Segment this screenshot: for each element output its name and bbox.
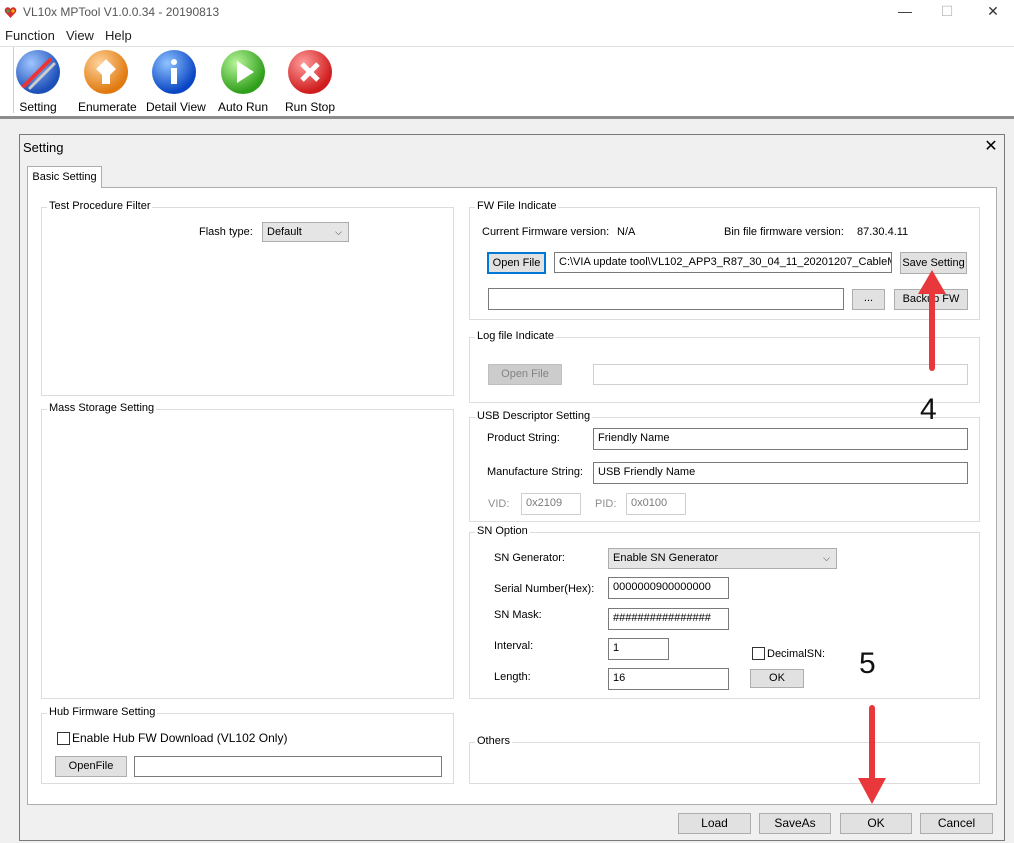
bin-fw-value: 87.30.4.11 [857, 226, 909, 238]
flash-type-select[interactable]: Default ⌵ [262, 222, 349, 242]
serial-number-input[interactable]: 0000000900000000 [608, 577, 729, 599]
serial-number-label: Serial Number(Hex): [494, 583, 595, 595]
toolbar-setting-button[interactable]: Setting [16, 50, 60, 114]
setting-icon [16, 50, 60, 94]
cancel-button[interactable]: Cancel [920, 813, 993, 834]
interval-input[interactable]: 1 [608, 638, 669, 660]
vid-input[interactable]: 0x2109 [521, 493, 581, 515]
flash-type-value: Default [267, 226, 302, 238]
toolbar-grip [13, 47, 15, 113]
saveas-button[interactable]: SaveAs [759, 813, 831, 834]
stop-icon [288, 50, 332, 94]
usb-descriptor-title: USB Descriptor Setting [475, 410, 593, 422]
chevron-down-icon: ⌵ [335, 227, 342, 237]
tab-basic-setting[interactable]: Basic Setting [27, 166, 102, 188]
annotation-arrow-up-icon [918, 270, 946, 371]
flash-type-label: Flash type: [199, 226, 253, 238]
toolbar-detail-view-label: Detail View [146, 100, 206, 114]
minimize-button[interactable]: — [890, 3, 920, 23]
product-string-input[interactable]: Friendly Name [593, 428, 968, 450]
current-fw-label: Current Firmware version: [482, 226, 610, 238]
log-open-file-button[interactable]: Open File [488, 364, 562, 385]
annotation-step-5: 5 [859, 647, 876, 680]
fw-path2-input[interactable] [488, 288, 844, 310]
current-fw-value: N/A [617, 226, 636, 238]
sn-generator-label: SN Generator: [494, 552, 565, 564]
sn-mask-label: SN Mask: [494, 609, 542, 621]
window-title: VL10x MPTool V1.0.0.34 - 20190813 [23, 5, 220, 19]
others-title: Others [475, 735, 513, 747]
toolbar-run-stop-button[interactable]: Run Stop [285, 50, 335, 114]
bin-fw-label: Bin file firmware version: [724, 226, 844, 238]
play-icon [221, 50, 265, 94]
maximize-button[interactable]: ☐ [932, 3, 962, 23]
sn-generator-value: Enable SN Generator [613, 552, 719, 564]
manufacture-string-input[interactable]: USB Friendly Name [593, 462, 968, 484]
log-path-input[interactable] [593, 364, 968, 385]
hub-fw-path-input[interactable] [134, 756, 442, 777]
menu-help[interactable]: Help [105, 28, 132, 43]
menu-bar [0, 25, 1014, 46]
length-input[interactable]: 16 [608, 668, 729, 690]
length-label: Length: [494, 671, 531, 683]
window-close-button[interactable]: ✕ [978, 3, 1008, 23]
dialog-title: Setting [23, 140, 64, 155]
annotation-arrow-down-icon [858, 705, 886, 804]
menu-function[interactable]: Function [5, 28, 55, 43]
sn-ok-button[interactable]: OK [750, 669, 804, 688]
enable-hub-fw-checkbox[interactable] [57, 732, 70, 745]
manufacture-string-label: Manufacture String: [487, 466, 583, 478]
sn-generator-select[interactable]: Enable SN Generator ⌵ [608, 548, 837, 569]
mass-storage-title: Mass Storage Setting [47, 402, 157, 414]
log-file-title: Log file Indicate [475, 330, 557, 342]
others-group [469, 742, 980, 784]
menu-view[interactable]: View [66, 28, 94, 43]
toolbar-detail-view-button[interactable]: Detail View [146, 50, 206, 114]
sn-option-title: SN Option [475, 525, 530, 537]
hub-open-file-button[interactable]: OpenFile [55, 756, 127, 777]
mass-storage-group [41, 409, 454, 699]
pid-label: PID: [595, 498, 617, 510]
interval-label: Interval: [494, 640, 534, 652]
load-button[interactable]: Load [678, 813, 751, 834]
sn-mask-input[interactable]: ################ [608, 608, 729, 630]
toolbar-enumerate-label: Enumerate [78, 100, 137, 114]
toolbar-run-stop-label: Run Stop [285, 100, 336, 114]
annotation-step-4: 4 [920, 393, 937, 426]
toolbar-setting-label: Setting [19, 100, 57, 114]
fw-open-file-button[interactable]: Open File [487, 252, 546, 274]
vid-label: VID: [488, 498, 510, 510]
toolbar-enumerate-button[interactable]: Enumerate [78, 50, 137, 114]
toolbar-auto-run-button[interactable]: Auto Run [216, 50, 270, 114]
fw-file-title: FW File Indicate [475, 200, 559, 212]
chevron-down-icon: ⌵ [823, 553, 830, 563]
product-string-label: Product String: [487, 432, 560, 444]
browse-button[interactable]: ... [852, 289, 885, 310]
hub-firmware-title: Hub Firmware Setting [47, 706, 158, 718]
enumerate-icon [84, 50, 128, 94]
info-icon [152, 50, 196, 94]
dialog-close-button[interactable]: ✕ [982, 136, 1000, 155]
decimal-sn-checkbox[interactable] [752, 647, 765, 660]
decimal-sn-label: DecimalSN: [767, 648, 826, 660]
test-procedure-title: Test Procedure Filter [47, 200, 153, 212]
fw-path-input[interactable]: C:\VIA update tool\VL102_APP3_R87_30_04_… [554, 252, 892, 273]
app-logo-icon [4, 7, 17, 18]
enable-hub-fw-label: Enable Hub FW Download (VL102 Only) [72, 731, 288, 745]
toolbar-auto-run-label: Auto Run [217, 100, 269, 114]
pid-input[interactable]: 0x0100 [626, 493, 686, 515]
ok-button[interactable]: OK [840, 813, 912, 834]
